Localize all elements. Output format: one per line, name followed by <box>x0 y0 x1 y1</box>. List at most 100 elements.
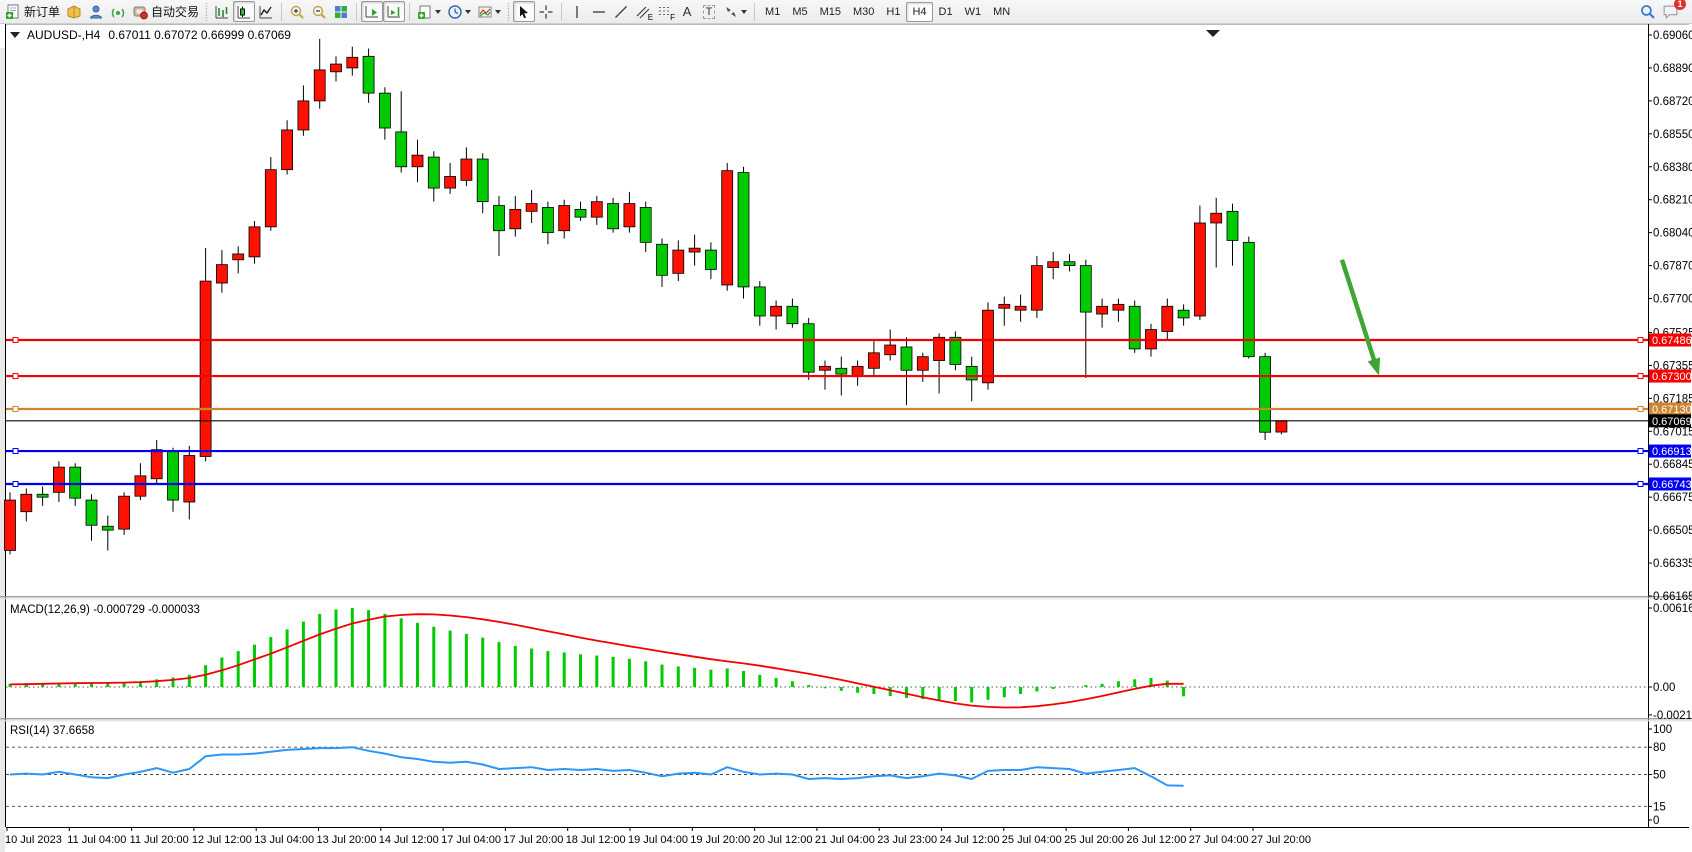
time-tick-label: 17 Jul 04:00 <box>441 834 501 846</box>
crosshair-button[interactable] <box>535 1 557 22</box>
rsi-tick-label: 15 <box>1653 801 1666 813</box>
candle-body <box>575 209 586 217</box>
price-tick-label: 0.67870 <box>1653 261 1692 273</box>
price-tick-label: 0.66165 <box>1653 591 1692 603</box>
horizontal-line-tool[interactable] <box>588 1 610 22</box>
bar-chart-button[interactable] <box>211 1 233 22</box>
chart-window: 0.690600.688900.687200.685500.683800.682… <box>0 24 1692 852</box>
trendline-tool[interactable] <box>610 1 632 22</box>
zoom-in-button[interactable] <box>286 1 308 22</box>
timeframe-button-M1[interactable]: M1 <box>759 2 786 22</box>
tile-windows-button[interactable] <box>330 1 352 22</box>
timeframe-button-W1[interactable]: W1 <box>959 2 988 22</box>
time-tick-label: 21 Jul 04:00 <box>815 834 875 846</box>
label-tool-letter: T <box>703 5 716 19</box>
candle-body <box>852 366 863 376</box>
chart-shift-button[interactable] <box>383 1 405 22</box>
chart-title-collapse-icon[interactable] <box>10 32 20 38</box>
market-button[interactable] <box>63 1 85 22</box>
candle-body <box>1162 306 1173 331</box>
timeframe-button-D1[interactable]: D1 <box>933 2 959 22</box>
line-chart-button[interactable] <box>255 1 277 22</box>
timeframe-button-M30[interactable]: M30 <box>847 2 880 22</box>
candle-body <box>282 130 293 170</box>
pane-splitter-2[interactable] <box>0 718 1692 719</box>
candle-body <box>885 345 896 355</box>
equidistant-channel-tool[interactable]: E <box>632 1 654 22</box>
hline-anchor-right[interactable] <box>1638 374 1643 379</box>
chart-canvas[interactable]: 0.690600.688900.687200.685500.683800.682… <box>0 24 1692 852</box>
periods-button[interactable] <box>444 1 474 22</box>
new-order-label: 新订单 <box>24 3 60 20</box>
annotation-arrow-head[interactable] <box>1368 358 1380 376</box>
new-chart-button[interactable] <box>414 1 444 22</box>
community-button[interactable] <box>85 1 107 22</box>
new-chart-dropdown-caret[interactable] <box>435 10 441 14</box>
search-button[interactable] <box>1636 1 1659 22</box>
hline-anchor-right[interactable] <box>1638 481 1643 486</box>
rsi-tick-label: 50 <box>1653 770 1666 782</box>
candlestick-chart-button[interactable] <box>233 1 255 22</box>
price-tick-label: 0.68890 <box>1653 63 1692 75</box>
timeframe-button-H4[interactable]: H4 <box>906 2 932 22</box>
candle-body <box>233 254 244 260</box>
arrows-dropdown-caret[interactable] <box>741 10 747 14</box>
hline-anchor-left[interactable] <box>13 406 18 411</box>
candle-body <box>803 324 814 372</box>
vertical-line-tool[interactable] <box>566 1 588 22</box>
hline-anchor-left[interactable] <box>13 374 18 379</box>
timeframe-button-M5[interactable]: M5 <box>786 2 813 22</box>
annotation-arrow-line[interactable] <box>1342 260 1376 366</box>
notifications-button[interactable]: 1 <box>1659 1 1682 22</box>
rsi-tick-label: 100 <box>1653 724 1672 736</box>
time-tick-label: 17 Jul 20:00 <box>503 834 563 846</box>
auto-trading-button[interactable]: 自动交易 <box>129 1 202 22</box>
hline-anchor-left[interactable] <box>13 449 18 454</box>
fibonacci-tool[interactable]: F <box>654 1 676 22</box>
candle-body <box>216 265 227 283</box>
toolbar-drag-handle[interactable] <box>204 3 209 21</box>
timeframe-button-M15[interactable]: M15 <box>814 2 847 22</box>
candle-body <box>86 500 97 525</box>
macd-tick-label: 0.006162 <box>1653 603 1692 615</box>
hline-anchor-left[interactable] <box>13 338 18 343</box>
zoom-out-button[interactable] <box>308 1 330 22</box>
chart-shift-marker[interactable] <box>1206 30 1220 37</box>
templates-button[interactable] <box>474 1 504 22</box>
candle-body <box>168 452 179 500</box>
new-order-button[interactable]: 新订单 <box>2 1 63 22</box>
periods-dropdown-caret[interactable] <box>465 10 471 14</box>
bar-chart-icon <box>214 4 230 20</box>
cursor-button[interactable] <box>513 1 535 22</box>
templates-dropdown-caret[interactable] <box>495 10 501 14</box>
timeframe-bar: M1M5M15M30H1H4D1W1MN <box>759 2 1016 22</box>
candle-body <box>21 494 32 511</box>
signals-button[interactable] <box>107 1 129 22</box>
timeframe-button-H1[interactable]: H1 <box>880 2 906 22</box>
candle-body <box>999 304 1010 308</box>
text-label-tool[interactable]: T <box>698 1 720 22</box>
candle-body <box>542 207 553 232</box>
arrows-tool[interactable] <box>720 1 750 22</box>
candle-body <box>624 204 635 227</box>
candle-body <box>591 202 602 218</box>
text-tool[interactable]: A <box>676 1 698 22</box>
hline-anchor-right[interactable] <box>1638 406 1643 411</box>
macd-tick-label: -0.002178 <box>1653 710 1692 722</box>
candle-body <box>119 496 130 529</box>
time-tick-label: 10 Jul 2023 <box>5 834 62 846</box>
cursor-icon <box>516 4 532 20</box>
price-tick-label: 0.66335 <box>1653 558 1692 570</box>
toolbar-drag-handle-2[interactable] <box>506 3 511 21</box>
candle-body <box>917 357 928 371</box>
candle-body <box>608 204 619 229</box>
time-tick-label: 18 Jul 12:00 <box>566 834 626 846</box>
candle-body <box>966 366 977 380</box>
timeframe-button-MN[interactable]: MN <box>987 2 1016 22</box>
auto-scroll-button[interactable] <box>361 1 383 22</box>
candle-body <box>347 57 358 68</box>
pane-splitter-1[interactable] <box>0 596 1692 597</box>
hline-anchor-right[interactable] <box>1638 449 1643 454</box>
hline-anchor-right[interactable] <box>1638 338 1643 343</box>
hline-anchor-left[interactable] <box>13 481 18 486</box>
